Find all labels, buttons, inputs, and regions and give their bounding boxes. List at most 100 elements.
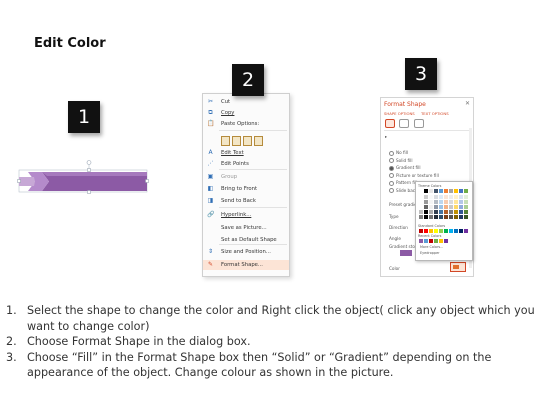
paste-option-icon[interactable] [232,136,241,146]
standard-color-swatch[interactable] [464,229,468,233]
theme-shade-swatch[interactable] [444,210,448,214]
theme-shade-swatch[interactable] [464,200,468,204]
fill-section-toggle[interactable]: ▸ [385,134,387,139]
theme-color-swatch[interactable] [444,189,448,193]
menu-item-save-as-picture[interactable]: Save as Picture... [203,223,289,233]
recent-color-swatch[interactable] [419,239,423,243]
theme-shade-swatch[interactable] [419,210,423,214]
theme-shade-swatch[interactable] [459,215,463,219]
menu-item-set-as-default-shape[interactable]: Set as Default Shape [203,235,289,245]
theme-shade-swatch[interactable] [439,195,443,199]
selected-chevron-shape[interactable] [14,160,154,200]
theme-shade-swatch[interactable] [454,200,458,204]
standard-color-swatch[interactable] [439,229,443,233]
fill-option-radio[interactable]: No fill [389,150,408,156]
menu-item-bring-to-front[interactable]: ◧ Bring to Front [203,184,289,194]
theme-shade-swatch[interactable] [429,200,433,204]
tab-shape-options[interactable]: SHAPE OPTIONS [384,111,415,116]
menu-item-send-to-back[interactable]: ◨ Send to Back [203,196,289,206]
theme-color-swatch[interactable] [439,189,443,193]
fill-line-icon[interactable] [385,119,395,128]
standard-color-swatch[interactable] [444,229,448,233]
theme-shade-swatch[interactable] [429,210,433,214]
theme-color-swatch[interactable] [434,189,438,193]
theme-shade-swatch[interactable] [439,210,443,214]
recent-color-swatch[interactable] [439,239,443,243]
theme-shade-swatch[interactable] [454,205,458,209]
eyedropper-option[interactable]: Eyedropper [420,251,440,255]
theme-shade-swatch[interactable] [434,200,438,204]
more-colors-option[interactable]: More Colors... [420,245,443,249]
theme-shade-swatch[interactable] [419,205,423,209]
standard-color-swatch[interactable] [434,229,438,233]
theme-shade-swatch[interactable] [444,215,448,219]
theme-color-swatch[interactable] [449,189,453,193]
standard-color-swatch[interactable] [459,229,463,233]
fill-option-radio[interactable]: Pattern fill [389,180,417,186]
theme-shade-swatch[interactable] [429,195,433,199]
theme-shade-swatch[interactable] [464,195,468,199]
fill-option-radio[interactable]: Gradient fill [389,165,421,171]
color-dropdown-button[interactable] [450,262,466,272]
theme-shade-swatch[interactable] [444,205,448,209]
menu-item-paste-options[interactable]: 📋 Paste Options: [203,119,289,129]
theme-shade-swatch[interactable] [444,200,448,204]
theme-shade-swatch[interactable] [419,215,423,219]
menu-item-edit-points[interactable]: ⋰ Edit Points [203,159,289,169]
standard-color-swatch[interactable] [429,229,433,233]
theme-shade-swatch[interactable] [444,195,448,199]
fill-option-radio[interactable]: Solid fill [389,158,413,163]
menu-item-cut[interactable]: ✂ Cut [203,97,289,107]
theme-color-swatch[interactable] [424,189,428,193]
theme-shade-swatch[interactable] [424,200,428,204]
theme-shade-swatch[interactable] [449,200,453,204]
menu-item-group[interactable]: ▣ Group [203,172,289,182]
fill-option-radio[interactable]: Picture or texture fill [389,173,439,178]
theme-shade-swatch[interactable] [439,215,443,219]
theme-shade-swatch[interactable] [434,195,438,199]
menu-item-copy[interactable]: ⧉ Copy [203,108,289,118]
theme-shade-swatch[interactable] [429,215,433,219]
recent-color-swatch[interactable] [429,239,433,243]
theme-color-swatch[interactable] [419,189,423,193]
theme-color-swatch[interactable] [454,189,458,193]
theme-shade-swatch[interactable] [419,200,423,204]
theme-shade-swatch[interactable] [434,215,438,219]
theme-shade-swatch[interactable] [454,195,458,199]
paste-option-icon[interactable] [254,136,263,146]
theme-shade-swatch[interactable] [419,195,423,199]
theme-shade-swatch[interactable] [439,205,443,209]
menu-item-hyperlink[interactable]: 🔗 Hyperlink... [203,210,289,220]
theme-shade-swatch[interactable] [439,200,443,204]
theme-shade-swatch[interactable] [454,215,458,219]
recent-color-swatch[interactable] [434,239,438,243]
standard-color-swatch[interactable] [449,229,453,233]
theme-shade-swatch[interactable] [424,215,428,219]
gradient-stops-bar[interactable] [400,250,412,256]
theme-shade-swatch[interactable] [449,205,453,209]
paste-option-icon[interactable] [243,136,252,146]
theme-shade-swatch[interactable] [449,210,453,214]
paste-option-icon[interactable] [221,136,230,146]
tab-text-options[interactable]: TEXT OPTIONS [421,111,449,116]
theme-shade-swatch[interactable] [424,195,428,199]
theme-shade-swatch[interactable] [449,215,453,219]
theme-shade-swatch[interactable] [424,205,428,209]
standard-color-swatch[interactable] [419,229,423,233]
close-icon[interactable]: ✕ [465,100,470,107]
standard-color-swatch[interactable] [454,229,458,233]
menu-item-edit-text[interactable]: A Edit Text [203,148,289,158]
theme-shade-swatch[interactable] [434,210,438,214]
theme-color-swatch[interactable] [429,189,433,193]
theme-shade-swatch[interactable] [459,205,463,209]
recent-color-swatch[interactable] [424,239,428,243]
theme-shade-swatch[interactable] [464,210,468,214]
theme-shade-swatch[interactable] [434,205,438,209]
menu-item-format-shape[interactable]: ✎ Format Shape... [203,260,289,270]
theme-shade-swatch[interactable] [459,210,463,214]
effects-icon[interactable] [399,119,410,128]
theme-shade-swatch[interactable] [464,205,468,209]
paste-option-icons[interactable] [221,136,265,146]
recent-color-swatch[interactable] [444,239,448,243]
theme-shade-swatch[interactable] [454,210,458,214]
